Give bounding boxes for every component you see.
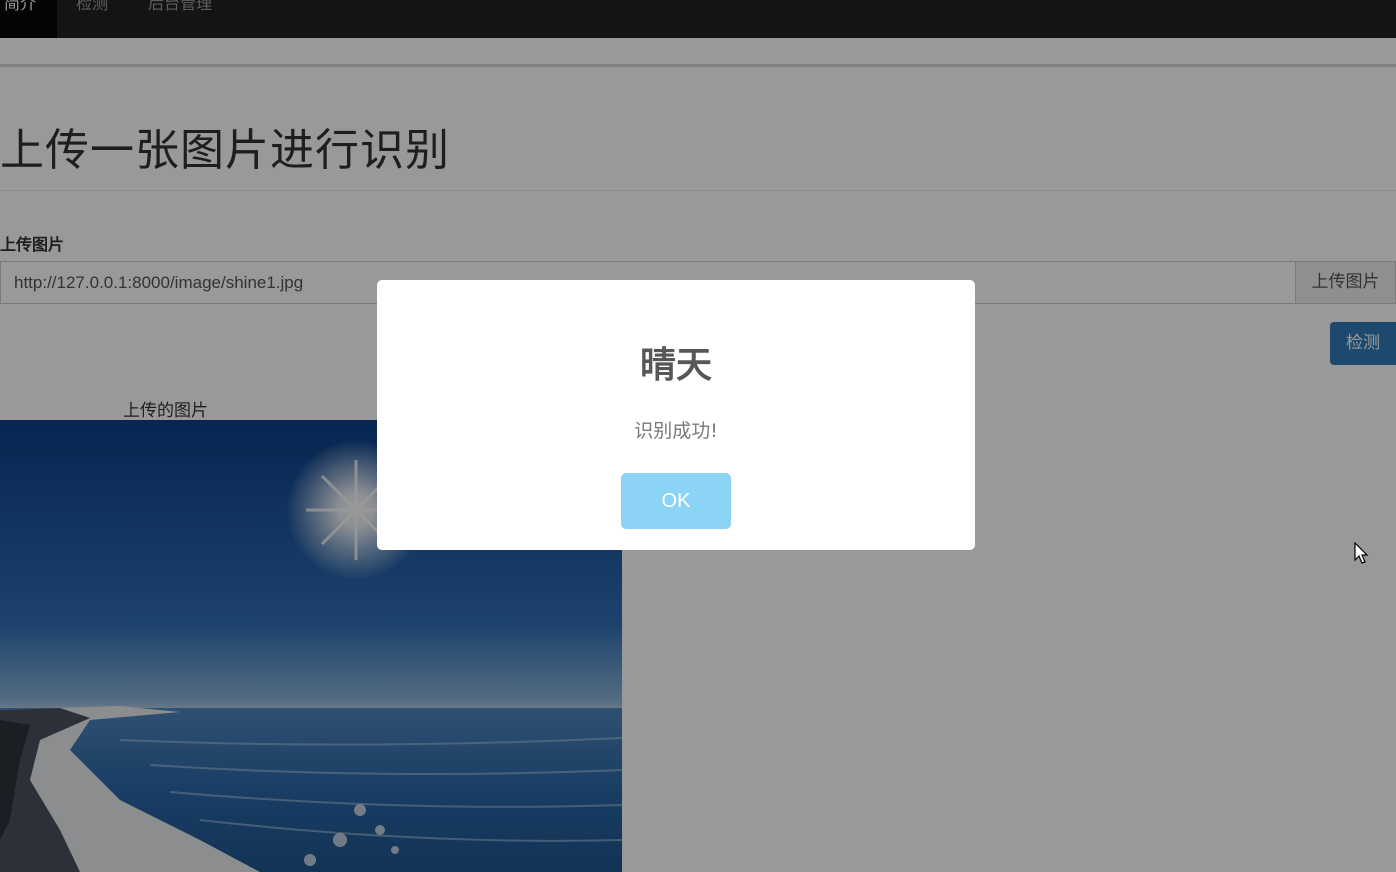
- page: 简介 检测 后台管理 上传一张图片进行识别 上传图片 http://127.0.…: [0, 0, 1396, 872]
- mouse-cursor-icon: [1354, 542, 1369, 564]
- dialog-message: 识别成功!: [634, 420, 718, 442]
- alert-dialog: 晴天 识别成功! OK: [377, 280, 975, 550]
- ok-button[interactable]: OK: [621, 473, 731, 529]
- dialog-title: 晴天: [639, 345, 712, 386]
